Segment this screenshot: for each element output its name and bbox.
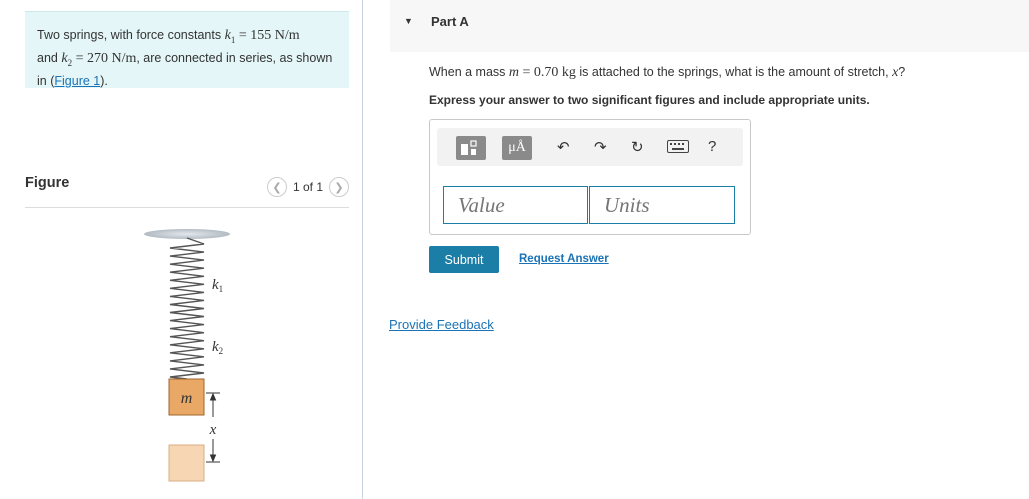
mass-expression: m = 0.70 kg xyxy=(508,65,576,80)
problem-statement: Two springs, with force constants k1 = 1… xyxy=(25,11,349,88)
chevron-left-icon: ❮ xyxy=(272,181,282,194)
pager-text: 1 of 1 xyxy=(292,180,323,194)
template-icon xyxy=(461,140,477,155)
figure-pager: ❮ 1 of 1 ❯ xyxy=(266,177,349,197)
prev-figure-button[interactable]: ❮ xyxy=(266,177,287,197)
redo-icon[interactable]: ↷ xyxy=(594,138,607,156)
math-toolbar: μÅ ↶ ↷ ↻ ? xyxy=(437,128,743,166)
provide-feedback-link[interactable]: Provide Feedback xyxy=(389,317,494,332)
problem-text: and xyxy=(37,50,62,65)
panel-divider xyxy=(362,0,363,499)
caret-down-icon[interactable]: ▼ xyxy=(404,16,413,26)
part-header[interactable]: ▼ Part A xyxy=(390,0,1029,52)
value-input[interactable] xyxy=(443,186,588,224)
displaced-mass-block xyxy=(168,444,205,482)
k1-label: k1 xyxy=(212,277,223,294)
reset-icon[interactable]: ↻ xyxy=(631,138,644,156)
undo-icon[interactable]: ↶ xyxy=(557,138,570,156)
submit-button[interactable]: Submit xyxy=(429,246,499,273)
instruction-text: Express your answer to two significant f… xyxy=(429,93,870,107)
problem-text: ). xyxy=(100,73,108,88)
ceiling-plate xyxy=(144,229,230,239)
units-input[interactable] xyxy=(589,186,735,224)
answer-box: μÅ ↶ ↷ ↻ ? xyxy=(429,119,751,235)
spring-figure: m k1 k2 x xyxy=(144,229,230,482)
template-button[interactable] xyxy=(456,136,486,160)
request-answer-link[interactable]: Request Answer xyxy=(519,253,609,265)
mass-label: m xyxy=(181,390,193,407)
help-icon[interactable]: ? xyxy=(708,138,716,155)
keyboard-icon[interactable] xyxy=(667,140,689,153)
part-title: Part A xyxy=(431,14,469,29)
units-symbol-button[interactable]: μÅ xyxy=(502,136,532,160)
chevron-right-icon: ❯ xyxy=(334,181,344,194)
figure-link[interactable]: Figure 1 xyxy=(54,74,100,88)
mu-angstrom-icon: μÅ xyxy=(508,140,526,155)
k2-constant: k2 = 270 N/m xyxy=(61,50,137,68)
k2-label: k2 xyxy=(212,339,223,356)
figure-title: Figure xyxy=(25,175,70,191)
k1-constant: k1 = 155 N/m xyxy=(224,28,300,45)
spring-coils xyxy=(169,237,205,380)
question-text: When a mass m = 0.70 kg is attached to t… xyxy=(429,65,906,80)
problem-text: Two springs, with force constants xyxy=(37,28,225,42)
figure-header: Figure ❮ 1 of 1 ❯ xyxy=(25,175,349,208)
stretch-label: x xyxy=(209,422,217,438)
next-figure-button[interactable]: ❯ xyxy=(329,177,349,197)
